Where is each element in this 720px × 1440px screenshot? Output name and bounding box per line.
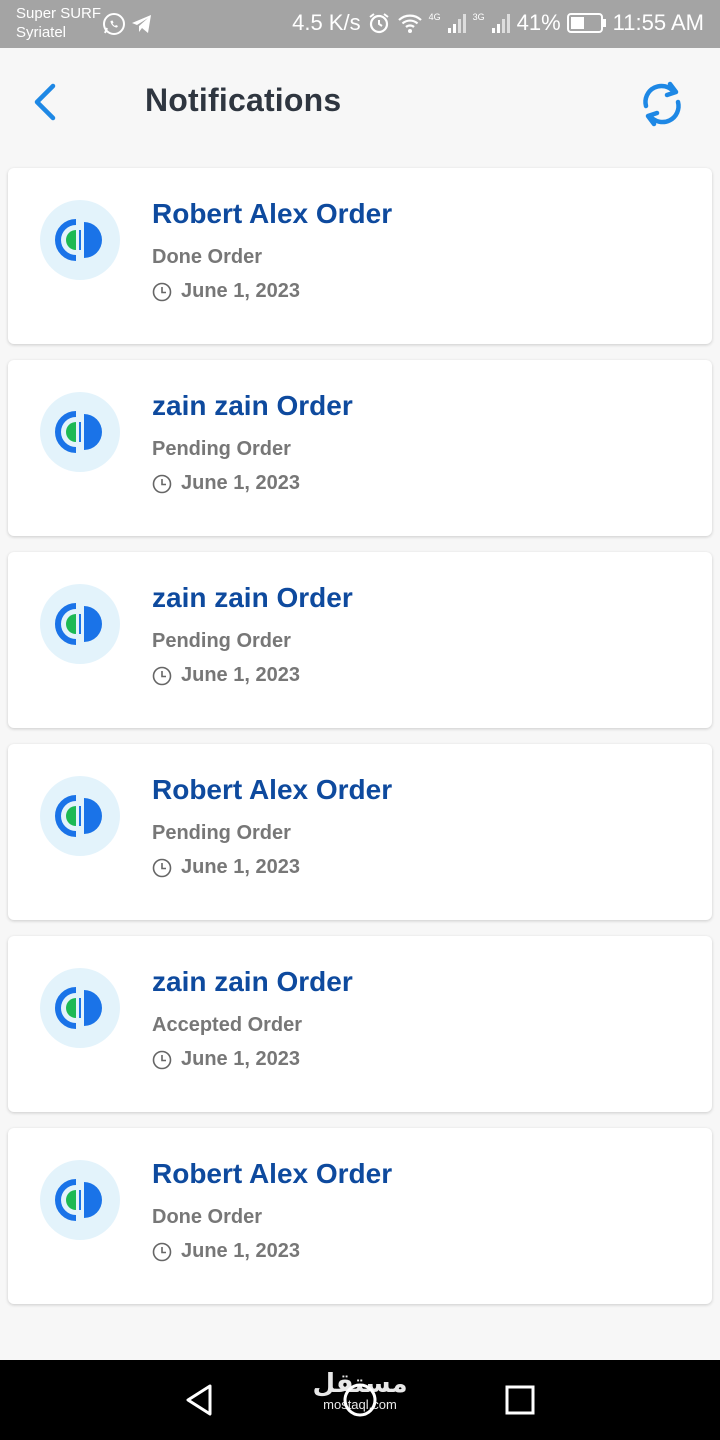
status-right: 4.5 K/s 4G 3G 41% 11:55 AM <box>292 10 704 36</box>
brand-logo-icon <box>40 968 120 1048</box>
carrier-line1: Super SURF <box>16 5 102 22</box>
nav-back-button[interactable] <box>180 1380 220 1420</box>
notification-status: Accepted Order <box>152 1014 303 1036</box>
clock-icon <box>152 1242 172 1261</box>
nav-recents-button[interactable] <box>500 1380 540 1420</box>
brand-logo-icon <box>40 776 120 856</box>
system-nav-bar: مستقل mostaql.com <box>0 1360 720 1440</box>
refresh-button[interactable] <box>634 76 690 132</box>
notification-date-row: June 1, 2023 <box>152 472 300 495</box>
nav-home-button[interactable] <box>340 1380 380 1420</box>
page-title: Notifications <box>145 82 342 118</box>
clock: 11:55 AM <box>612 10 704 35</box>
notification-date: June 1, 2023 <box>181 664 300 686</box>
signal-icon-2 <box>491 14 510 33</box>
notification-title: zain zain Order <box>152 966 353 997</box>
notification-date-row: June 1, 2023 <box>152 856 300 879</box>
notification-date: June 1, 2023 <box>181 280 300 302</box>
app-bar: Notifications <box>0 48 720 158</box>
notification-date-row: June 1, 2023 <box>152 1048 300 1071</box>
refresh-icon <box>643 81 681 127</box>
notification-title: Robert Alex Order <box>152 198 393 229</box>
battery-icon <box>566 13 606 33</box>
clock-icon <box>152 474 172 493</box>
notification-card[interactable]: Robert Alex Order Pending Order June 1, … <box>8 744 712 920</box>
brand-logo-icon <box>40 200 120 280</box>
notification-status: Done Order <box>152 1206 263 1228</box>
clock-icon <box>152 858 172 877</box>
telegram-icon <box>132 15 151 33</box>
notification-icons <box>102 12 154 36</box>
notification-card[interactable]: zain zain Order Accepted Order June 1, 2… <box>8 936 712 1112</box>
notification-status: Pending Order <box>152 630 291 652</box>
notification-card[interactable]: zain zain Order Pending Order June 1, 20… <box>8 552 712 728</box>
notification-date-row: June 1, 2023 <box>152 664 300 687</box>
brand-logo-icon <box>40 1160 120 1240</box>
battery-percent: 41% <box>516 10 561 35</box>
notification-date: June 1, 2023 <box>181 1048 300 1070</box>
notification-date: June 1, 2023 <box>181 1240 300 1262</box>
notification-date: June 1, 2023 <box>181 856 300 878</box>
notification-date: June 1, 2023 <box>181 472 300 494</box>
circle-home-icon <box>343 1383 377 1417</box>
brand-logo-icon <box>40 584 120 664</box>
whatsapp-icon <box>103 13 125 35</box>
notification-status: Pending Order <box>152 822 291 844</box>
notification-card[interactable]: Robert Alex Order Done Order June 1, 202… <box>8 1128 712 1304</box>
back-button[interactable] <box>24 80 68 124</box>
notification-card[interactable]: Robert Alex Order Done Order June 1, 202… <box>8 168 712 344</box>
notification-title: zain zain Order <box>152 390 353 421</box>
notification-title: Robert Alex Order <box>152 1158 393 1189</box>
alarm-icon <box>368 13 389 34</box>
carrier-line2: Syriatel <box>16 24 67 41</box>
carrier-info: Super SURF Syriatel <box>16 4 101 42</box>
square-recents-icon <box>505 1385 535 1415</box>
clock-icon <box>152 282 172 301</box>
network-type-1: 4G <box>428 12 441 22</box>
notification-status: Pending Order <box>152 438 291 460</box>
notification-status: Done Order <box>152 246 263 268</box>
notification-title: zain zain Order <box>152 582 353 613</box>
chevron-left-icon <box>34 83 56 121</box>
triangle-back-icon <box>186 1384 212 1416</box>
network-speed: 4.5 K/s <box>292 10 361 35</box>
wifi-icon <box>397 14 422 33</box>
clock-icon <box>152 1050 172 1069</box>
clock-icon <box>152 666 172 685</box>
notification-card[interactable]: zain zain Order Pending Order June 1, 20… <box>8 360 712 536</box>
notification-title: Robert Alex Order <box>152 774 393 805</box>
status-bar: Super SURF Syriatel 4.5 K/s 4G 3G 41% 11… <box>0 0 720 48</box>
notification-date-row: June 1, 2023 <box>152 1240 300 1263</box>
brand-logo-icon <box>40 392 120 472</box>
network-type-2: 3G <box>472 12 485 22</box>
signal-icon-1 <box>447 14 466 33</box>
notification-date-row: June 1, 2023 <box>152 280 300 303</box>
notification-list: Robert Alex Order Done Order June 1, 202… <box>8 168 712 1320</box>
